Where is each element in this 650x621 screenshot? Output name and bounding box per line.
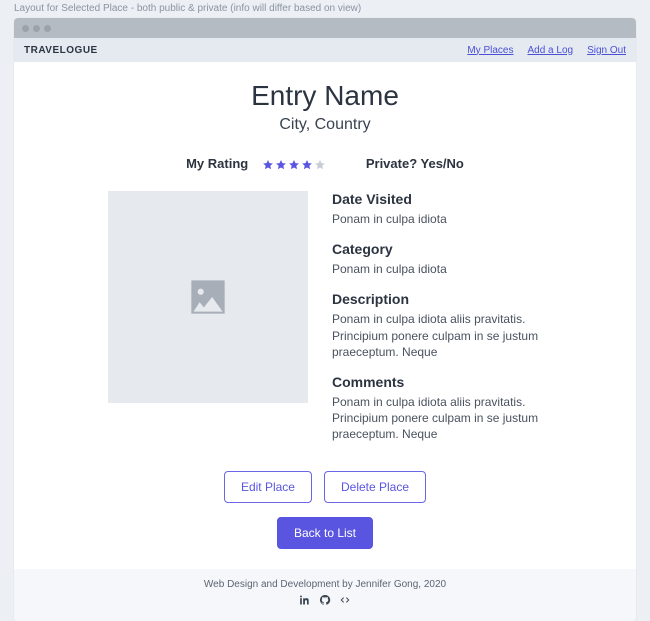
nav-sign-out[interactable]: Sign Out [587, 45, 626, 56]
app-window: TRAVELOGUE My Places Add a Log Sign Out … [14, 18, 636, 621]
comments-label: Comments [332, 374, 542, 390]
category-value: Ponam in culpa idiota [332, 261, 542, 277]
image-icon [183, 272, 233, 322]
rating-block: My Rating [186, 156, 326, 171]
description-value: Ponam in culpa idiota aliis pravitatis. … [332, 311, 542, 360]
entry-details: Date Visited Ponam in culpa idiota Categ… [332, 191, 542, 443]
entry-image-placeholder [108, 191, 308, 403]
page-footer: Web Design and Development by Jennifer G… [14, 569, 636, 621]
back-to-list-button[interactable]: Back to List [277, 517, 373, 549]
star-icon [301, 159, 313, 171]
entry-location: City, Country [74, 116, 576, 134]
page-annotation: Layout for Selected Place - both public … [0, 0, 650, 18]
private-label: Private? Yes/No [366, 156, 464, 171]
entry-title: Entry Name [74, 80, 576, 112]
window-titlebar [14, 18, 636, 38]
linkedin-icon[interactable] [299, 594, 311, 609]
description-label: Description [332, 291, 542, 307]
rating-stars [262, 159, 326, 171]
nav-my-places[interactable]: My Places [467, 45, 513, 56]
delete-place-button[interactable]: Delete Place [324, 471, 426, 503]
comments-value: Ponam in culpa idiota aliis pravitatis. … [332, 394, 542, 443]
date-visited-value: Ponam in culpa idiota [332, 211, 542, 227]
star-icon [314, 159, 326, 171]
category-label: Category [332, 241, 542, 257]
window-dot-icon [33, 25, 40, 32]
star-icon [262, 159, 274, 171]
star-icon [288, 159, 300, 171]
top-nav: TRAVELOGUE My Places Add a Log Sign Out [14, 38, 636, 62]
code-icon[interactable] [339, 594, 351, 609]
nav-add-log[interactable]: Add a Log [527, 45, 573, 56]
rating-label: My Rating [186, 156, 248, 171]
brand-logo: TRAVELOGUE [24, 45, 98, 56]
edit-place-button[interactable]: Edit Place [224, 471, 312, 503]
github-icon[interactable] [319, 594, 331, 609]
footer-text: Web Design and Development by Jennifer G… [14, 579, 636, 590]
window-dot-icon [44, 25, 51, 32]
window-dot-icon [22, 25, 29, 32]
date-visited-label: Date Visited [332, 191, 542, 207]
main-content: Entry Name City, Country My Rating Priva… [14, 62, 636, 569]
star-icon [275, 159, 287, 171]
